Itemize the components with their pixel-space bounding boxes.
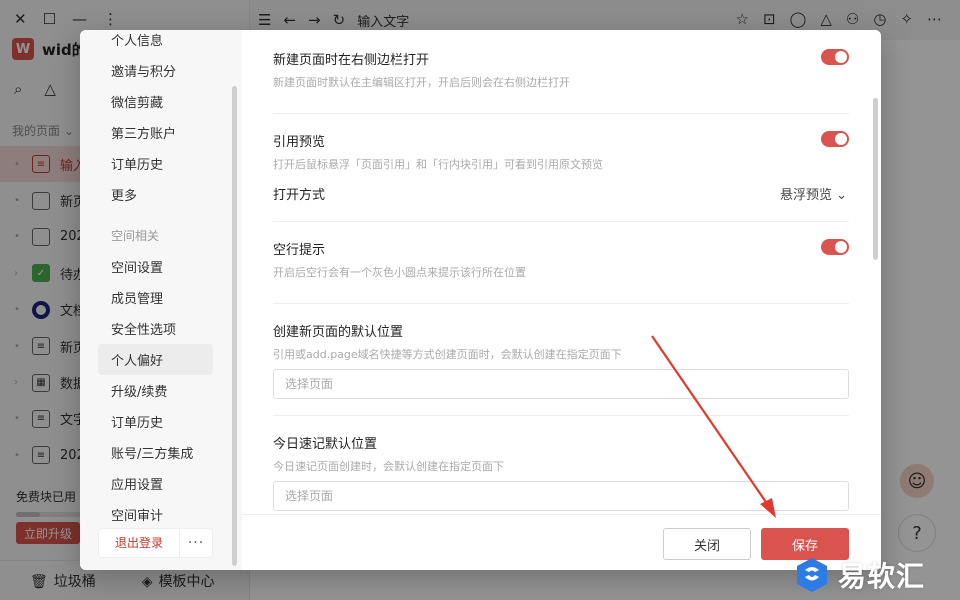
divider bbox=[273, 303, 849, 304]
divider bbox=[273, 113, 849, 114]
settings-footer: 关闭 保存 bbox=[242, 514, 881, 570]
setting-description: 新建页面时默认在主编辑区打开，开启后则会在右侧边栏打开 bbox=[273, 76, 570, 89]
settings-modal: 个人信息 邀请与积分 微信剪藏 第三方账户 订单历史 更多 空间相关 空间设置 … bbox=[80, 30, 881, 570]
setting-daily-note-location: 今日速记默认位置 今日速记页面创建时，会默认创建在指定页面下 bbox=[273, 433, 849, 474]
settings-nav-item[interactable]: 邀请与积分 bbox=[98, 55, 218, 86]
settings-nav-item[interactable]: 空间审计 bbox=[98, 499, 218, 530]
setting-ref-preview: 引用预览 打开后鼠标悬浮「页面引用」和「行内块引用」可看到引用原文预览 bbox=[273, 131, 849, 172]
setting-new-page-location: 创建新页面的默认位置 引用或add.page域名快捷等方式创建页面时，会默认创建… bbox=[273, 321, 849, 362]
more-options-icon[interactable]: ··· bbox=[180, 535, 212, 551]
setting-empty-line-hint: 空行提示 开启后空行会有一个灰色小圆点来提示该行所在位置 bbox=[273, 239, 849, 280]
setting-title: 新建页面时在右侧边栏打开 bbox=[273, 53, 430, 68]
watermark-text: 易软汇 bbox=[838, 560, 926, 593]
settings-nav-item[interactable]: 微信剪藏 bbox=[98, 86, 218, 117]
new-page-location-input[interactable] bbox=[273, 369, 849, 399]
settings-nav-item[interactable]: 订单历史 bbox=[98, 406, 218, 437]
settings-nav-item[interactable]: 第三方账户 bbox=[98, 117, 218, 148]
setting-description: 今日速记页面创建时，会默认创建在指定页面下 bbox=[273, 460, 504, 473]
daily-note-location-input[interactable] bbox=[273, 481, 849, 511]
settings-nav-item[interactable]: 空间设置 bbox=[98, 251, 218, 282]
setting-description: 引用或add.page域名快捷等方式创建页面时，会默认创建在指定页面下 bbox=[273, 348, 622, 361]
settings-content: 新建页面时在右侧边栏打开 新建页面时默认在主编辑区打开，开启后则会在右侧边栏打开… bbox=[242, 30, 881, 514]
settings-nav-item-active[interactable]: 个人偏好 bbox=[98, 344, 213, 375]
settings-nav-footer: 退出登录 ··· bbox=[98, 528, 213, 558]
settings-nav-list: 个人信息 邀请与积分 微信剪藏 第三方账户 订单历史 更多 空间相关 空间设置 … bbox=[98, 30, 218, 530]
divider bbox=[273, 415, 849, 416]
settings-content-scrollbar[interactable] bbox=[873, 98, 878, 260]
open-in-sidebar-toggle[interactable] bbox=[821, 49, 849, 65]
open-mode-dropdown[interactable]: 悬浮预览 ⌄ bbox=[780, 184, 847, 203]
settings-nav-item[interactable]: 升级/续费 bbox=[98, 375, 218, 406]
open-mode-label: 打开方式 bbox=[273, 188, 326, 203]
settings-nav-item[interactable]: 安全性选项 bbox=[98, 313, 218, 344]
settings-nav-item[interactable]: 更多 bbox=[98, 179, 218, 210]
setting-description: 开启后空行会有一个灰色小圆点来提示该行所在位置 bbox=[273, 266, 526, 279]
settings-nav-group-label: 空间相关 bbox=[111, 229, 160, 243]
setting-title: 引用预览 bbox=[273, 135, 326, 150]
settings-nav-scrollbar[interactable] bbox=[232, 86, 237, 566]
empty-line-hint-toggle[interactable] bbox=[821, 239, 849, 255]
settings-nav-item[interactable]: 订单历史 bbox=[98, 148, 218, 179]
settings-nav-item[interactable]: 个人信息 bbox=[98, 30, 218, 55]
close-button[interactable]: 关闭 bbox=[663, 528, 751, 560]
watermark: 易软汇 bbox=[790, 550, 960, 600]
setting-title: 创建新页面的默认位置 bbox=[273, 325, 404, 340]
watermark-logo-icon bbox=[797, 558, 827, 592]
settings-nav-item[interactable]: 应用设置 bbox=[98, 468, 218, 499]
setting-description: 打开后鼠标悬浮「页面引用」和「行内块引用」可看到引用原文预览 bbox=[273, 158, 603, 171]
logout-button[interactable]: 退出登录 bbox=[99, 528, 180, 558]
setting-title: 今日速记默认位置 bbox=[273, 437, 378, 452]
setting-open-in-sidebar: 新建页面时在右侧边栏打开 新建页面时默认在主编辑区打开，开启后则会在右侧边栏打开 bbox=[273, 49, 849, 90]
ref-preview-toggle[interactable] bbox=[821, 131, 849, 147]
setting-title: 空行提示 bbox=[273, 243, 326, 258]
settings-nav: 个人信息 邀请与积分 微信剪藏 第三方账户 订单历史 更多 空间相关 空间设置 … bbox=[80, 30, 242, 570]
divider bbox=[273, 221, 849, 222]
settings-nav-item[interactable]: 成员管理 bbox=[98, 282, 218, 313]
open-mode-row: 打开方式 悬浮预览 ⌄ bbox=[273, 184, 849, 203]
settings-nav-item[interactable]: 账号/三方集成 bbox=[98, 437, 218, 468]
